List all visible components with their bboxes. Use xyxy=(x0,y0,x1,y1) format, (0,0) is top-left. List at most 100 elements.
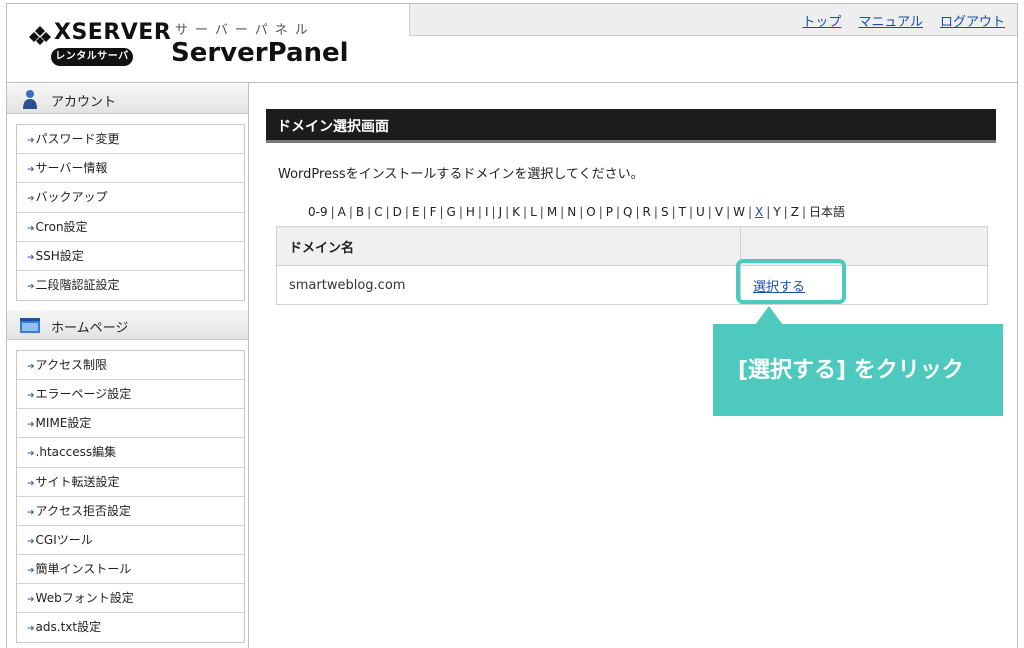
separator: | xyxy=(348,205,353,219)
brand-subtitle: レンタルサーバー xyxy=(51,48,133,80)
page-title: ドメイン選択画面 xyxy=(277,119,389,135)
panel-kana: サーバーパネル xyxy=(175,23,315,38)
section-homepage-title: ホームページ xyxy=(51,321,129,337)
alpha-filter-v: V xyxy=(714,205,724,219)
separator: | xyxy=(783,205,788,219)
alpha-filter-x[interactable]: X xyxy=(755,205,763,219)
separator: | xyxy=(653,205,658,219)
separator: | xyxy=(505,205,510,219)
alpha-filter-y: Y xyxy=(773,205,781,219)
logout-link[interactable]: ログアウト xyxy=(940,11,1005,30)
sidebar-item-backup[interactable]: ➜バックアップ xyxy=(17,183,244,213)
homepage-menu: ➜アクセス制限 ➜エラーページ設定 ➜MIME設定 ➜.htaccess編集 ➜… xyxy=(16,350,245,644)
callout-text: [選択する] をクリック xyxy=(738,358,964,383)
separator: | xyxy=(477,205,482,219)
sidebar-item-ads-txt[interactable]: ➜ads.txt設定 xyxy=(17,613,244,642)
brand-name: XSERVER xyxy=(54,20,172,45)
alpha-filter-0-9: 0-9 xyxy=(308,205,328,219)
separator: | xyxy=(635,205,640,219)
header: XSERVER レンタルサーバー サーバーパネル ServerPanel トップ… xyxy=(7,4,1017,83)
sidebar-item-site-redirect[interactable]: ➜サイト転送設定 xyxy=(17,468,244,497)
alpha-filter-u: U xyxy=(696,205,705,219)
section-account-title: アカウント xyxy=(51,95,117,110)
sidebar-item-access-deny[interactable]: ➜アクセス拒否設定 xyxy=(17,497,244,526)
alpha-filter-k: K xyxy=(512,205,521,219)
alpha-filter-c: C xyxy=(374,205,383,219)
separator: | xyxy=(766,205,771,219)
panel-title: ServerPanel xyxy=(171,38,349,68)
separator: | xyxy=(801,205,806,219)
separator: | xyxy=(539,205,544,219)
sidebar-item-server-info[interactable]: ➜サーバー情報 xyxy=(17,154,244,184)
top-nav: トップ マニュアル ログアウト xyxy=(409,4,1017,36)
window-icon xyxy=(20,318,40,334)
sidebar: アカウント ➜パスワード変更 ➜サーバー情報 ➜バックアップ ➜Cron設定 ➜… xyxy=(7,83,249,648)
arrow-icon: ➜ xyxy=(27,565,35,576)
arrow-icon: ➜ xyxy=(27,449,35,460)
alpha-filter-z: Z xyxy=(790,205,799,219)
alpha-filter-p: P xyxy=(605,205,613,219)
arrow-icon: ➜ xyxy=(27,478,35,489)
table-row: smartweblog.com 選択する xyxy=(276,265,988,305)
separator: | xyxy=(491,205,496,219)
alpha-filter-n: N xyxy=(567,205,577,219)
arrow-icon: ➜ xyxy=(27,507,35,518)
sidebar-item-password[interactable]: ➜パスワード変更 xyxy=(17,125,244,155)
alpha-filter-d: D xyxy=(392,205,402,219)
separator: | xyxy=(458,205,463,219)
separator: | xyxy=(385,205,390,219)
logo-block[interactable]: XSERVER レンタルサーバー サーバーパネル ServerPanel xyxy=(7,4,409,83)
arrow-icon: ➜ xyxy=(27,391,35,402)
arrow-icon: ➜ xyxy=(27,420,35,431)
sidebar-item-2fa[interactable]: ➜二段階認証設定 xyxy=(17,271,244,300)
section-account-header: アカウント xyxy=(7,83,248,114)
arrow-icon: ➜ xyxy=(27,594,35,605)
alpha-filter-t: T xyxy=(678,205,686,219)
section-homepage-header: ホームページ xyxy=(7,309,248,341)
sidebar-item-cron[interactable]: ➜Cron設定 xyxy=(17,213,244,242)
separator: | xyxy=(579,205,584,219)
alpha-filter-l: L xyxy=(530,205,537,219)
arrow-icon: ➜ xyxy=(27,362,35,373)
sidebar-item-access-limit[interactable]: ➜アクセス制限 xyxy=(17,351,244,381)
alpha-filter-i: I xyxy=(484,205,489,219)
alpha-filter-s: S xyxy=(660,205,669,219)
user-icon xyxy=(23,90,37,109)
alpha-filter-b: B xyxy=(355,205,365,219)
separator: | xyxy=(367,205,372,219)
callout-box: [選択する] をクリック xyxy=(713,324,1003,416)
separator: | xyxy=(726,205,731,219)
sidebar-item-web-font[interactable]: ➜Webフォント設定 xyxy=(17,584,244,613)
separator: | xyxy=(616,205,621,219)
separator: | xyxy=(422,205,427,219)
separator: | xyxy=(671,205,676,219)
alpha-filter-japanese: 日本語 xyxy=(808,205,845,219)
separator: | xyxy=(747,205,753,219)
sidebar-item-cgi-tools[interactable]: ➜CGIツール xyxy=(17,526,244,555)
alpha-filter-g: G xyxy=(446,205,456,219)
sidebar-item-error-page[interactable]: ➜エラーページ設定 xyxy=(17,380,244,410)
manual-link[interactable]: マニュアル xyxy=(858,11,923,30)
alpha-filter-o: O xyxy=(586,205,596,219)
top-link[interactable]: トップ xyxy=(802,11,841,30)
domain-table: ドメイン名 smartweblog.com 選択する xyxy=(276,226,988,305)
alpha-filter-r: R xyxy=(642,205,651,219)
separator: | xyxy=(330,205,335,219)
arrow-icon: ➜ xyxy=(27,536,35,547)
alpha-filter-j: J xyxy=(498,205,503,219)
column-header-domain: ドメイン名 xyxy=(276,226,741,266)
xserver-logo-icon xyxy=(29,26,51,45)
arrow-icon: ➜ xyxy=(27,136,35,146)
sidebar-item-easy-install[interactable]: ➜簡単インストール xyxy=(17,555,244,584)
separator: | xyxy=(523,205,528,219)
alpha-filter-a: A xyxy=(337,205,346,219)
separator: | xyxy=(404,205,409,219)
sidebar-item-ssh[interactable]: ➜SSH設定 xyxy=(17,242,244,271)
separator: | xyxy=(598,205,603,219)
sidebar-item-mime[interactable]: ➜MIME設定 xyxy=(17,409,244,439)
alpha-filter-m: M xyxy=(546,205,558,219)
separator: | xyxy=(707,205,712,219)
alpha-filter-h: H xyxy=(465,205,475,219)
sidebar-item-htaccess[interactable]: ➜.htaccess編集 xyxy=(17,438,244,468)
callout-pointer xyxy=(755,306,783,325)
